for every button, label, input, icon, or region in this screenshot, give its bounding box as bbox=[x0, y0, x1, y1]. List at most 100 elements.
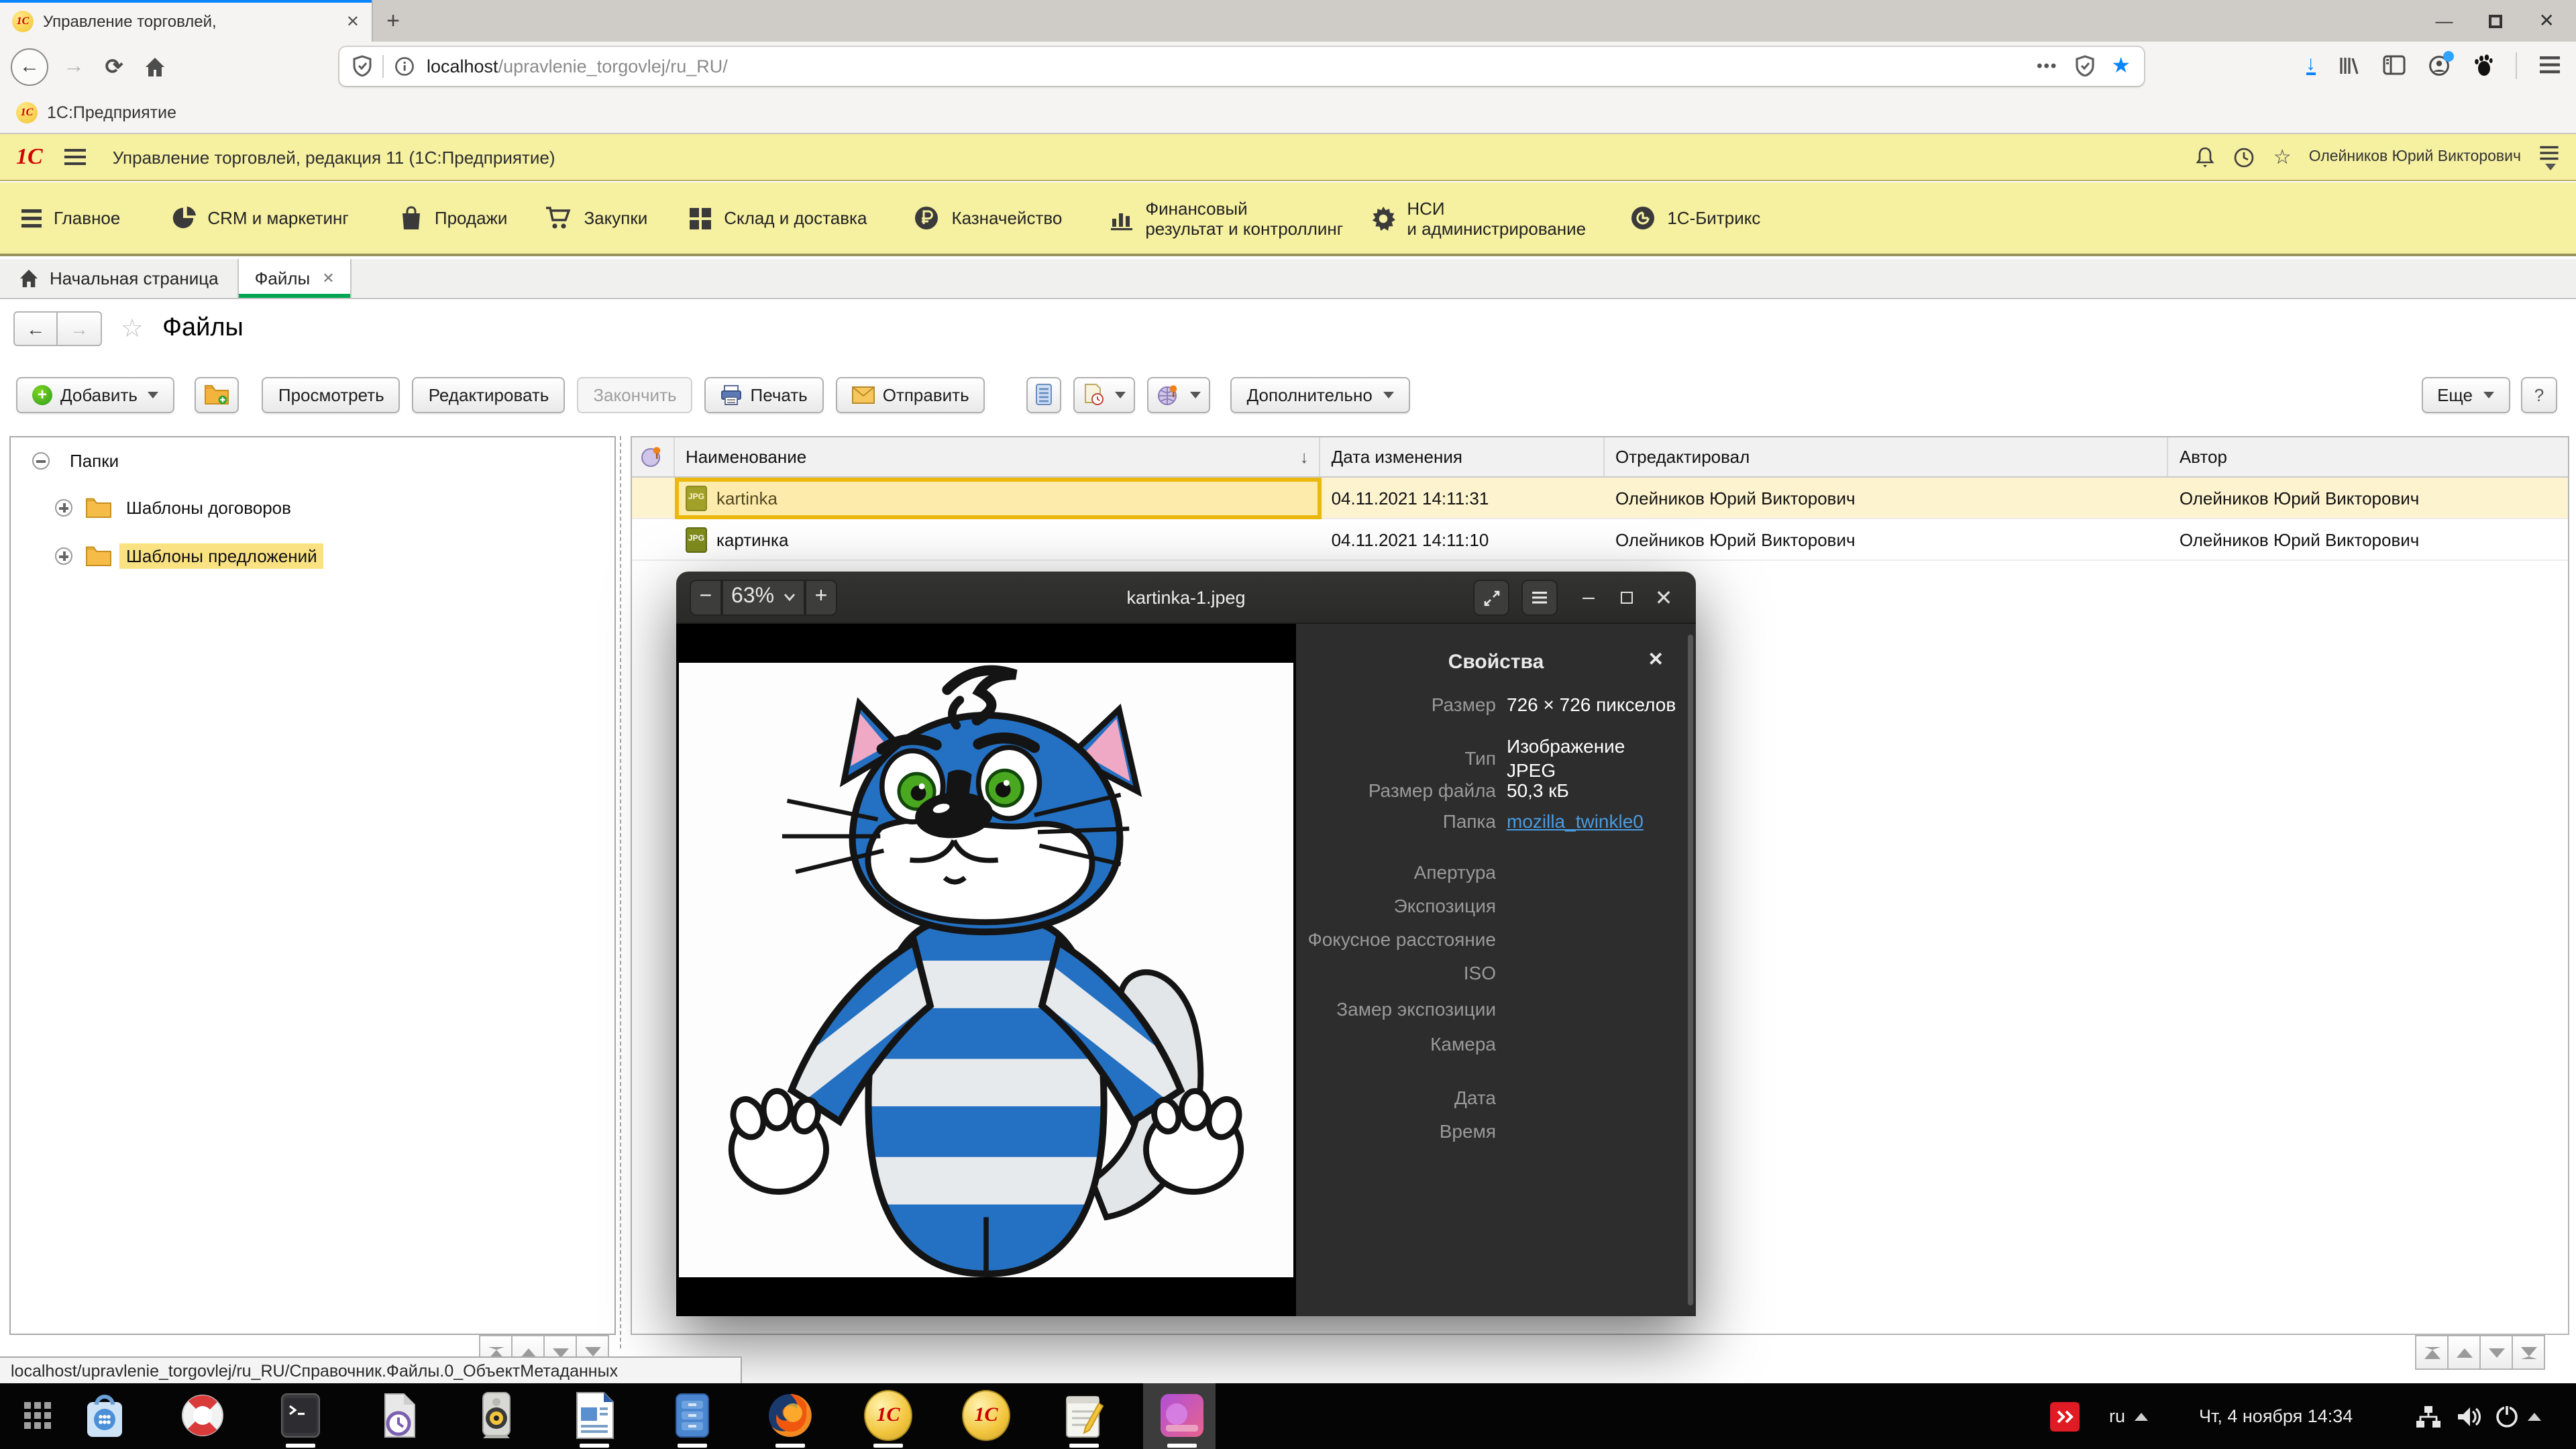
column-author[interactable]: Автор bbox=[2169, 437, 2568, 476]
power-icon[interactable] bbox=[2494, 1383, 2520, 1449]
text-editor-clock-icon[interactable] bbox=[372, 1389, 425, 1442]
page-forward-button[interactable]: → bbox=[58, 311, 102, 346]
back-icon[interactable]: ← bbox=[11, 48, 48, 85]
sidebar-icon[interactable] bbox=[2383, 55, 2406, 75]
new-tab-button[interactable]: + bbox=[373, 0, 413, 42]
nav-item-warehouse[interactable]: Склад и доставка bbox=[688, 206, 867, 230]
fullscreen-button[interactable] bbox=[1473, 580, 1509, 616]
gnome-foot-icon[interactable] bbox=[2473, 54, 2493, 76]
window-minimize-icon[interactable]: — bbox=[2436, 11, 2453, 31]
service-menu-icon[interactable] bbox=[2538, 144, 2560, 170]
nav-item-crm[interactable]: CRM и маркетинг bbox=[170, 205, 349, 231]
user-name[interactable]: Олейников Юрий Викторович bbox=[2309, 149, 2521, 165]
favorites-star-icon[interactable]: ☆ bbox=[2273, 145, 2292, 169]
tab-close-icon[interactable]: ✕ bbox=[346, 11, 360, 30]
viewer-maximize-icon[interactable] bbox=[1607, 592, 1645, 604]
list-settings-button[interactable] bbox=[1027, 376, 1062, 413]
properties-close-icon[interactable]: ✕ bbox=[1648, 648, 1664, 671]
new-folder-button[interactable] bbox=[195, 376, 239, 413]
page-back-button[interactable]: ← bbox=[13, 311, 58, 346]
app-menu-icon[interactable] bbox=[64, 149, 86, 165]
url-bar[interactable]: localhost/upravlenie_torgovlej/ru_RU/ ••… bbox=[339, 46, 2144, 85]
account-icon[interactable] bbox=[2428, 54, 2450, 76]
browser-tab[interactable]: 1С Управление торговлей, ✕ bbox=[0, 0, 373, 42]
window-maximize-icon[interactable] bbox=[2489, 14, 2503, 28]
help-button[interactable]: ? bbox=[2521, 376, 2557, 413]
software-store-icon[interactable] bbox=[78, 1389, 131, 1442]
nav-item-nsi[interactable]: НСИи администрирование bbox=[1371, 198, 1603, 238]
music-player-icon[interactable] bbox=[470, 1389, 523, 1442]
nav-item-main[interactable]: Главное bbox=[21, 207, 120, 229]
terminal-icon[interactable] bbox=[274, 1389, 327, 1442]
header-pin-icon[interactable] bbox=[632, 437, 675, 476]
viewer-menu-button[interactable] bbox=[1521, 580, 1558, 616]
menu-icon[interactable] bbox=[2540, 56, 2560, 74]
tree-item-proposal-templates[interactable]: Шаблоны предложений bbox=[55, 543, 324, 569]
table-row[interactable]: JPGкартинка 04.11.2021 14:11:10 Олейнико… bbox=[632, 519, 2568, 561]
nav-item-sales[interactable]: Продажи bbox=[400, 205, 508, 231]
go-next-button[interactable] bbox=[2479, 1335, 2513, 1370]
1c-enterprise-icon[interactable]: 1С bbox=[959, 1389, 1013, 1442]
image-viewer-icon[interactable] bbox=[1155, 1389, 1209, 1442]
notifications-bell-icon[interactable] bbox=[2196, 146, 2216, 168]
edit-button[interactable]: Редактировать bbox=[413, 376, 566, 413]
volume-icon[interactable] bbox=[2455, 1383, 2482, 1449]
files-icon[interactable] bbox=[665, 1389, 719, 1442]
viewer-close-icon[interactable]: ✕ bbox=[1645, 584, 1682, 611]
bookmark-star-icon[interactable]: ★ bbox=[2111, 52, 2131, 79]
tab-files[interactable]: Файлы ✕ bbox=[237, 259, 352, 298]
expand-icon[interactable] bbox=[55, 499, 72, 517]
file-versions-button[interactable] bbox=[1074, 376, 1136, 413]
column-edited[interactable]: Отредактировал bbox=[1605, 437, 2169, 476]
language-indicator[interactable]: ru bbox=[2109, 1383, 2148, 1449]
add-button[interactable]: +Добавить bbox=[16, 376, 175, 413]
page-star-icon[interactable]: ☆ bbox=[121, 313, 144, 344]
show-apps-icon[interactable] bbox=[11, 1389, 64, 1442]
library-icon[interactable] bbox=[2339, 54, 2360, 76]
help-icon[interactable] bbox=[176, 1389, 229, 1442]
view-button[interactable]: Просмотреть bbox=[262, 376, 400, 413]
tab-home[interactable]: Начальная страница bbox=[0, 259, 237, 298]
downloads-icon[interactable]: ↓ bbox=[2306, 55, 2316, 75]
1c-enterprise-icon[interactable]: 1С bbox=[861, 1389, 915, 1442]
send-button[interactable]: Отправить bbox=[836, 376, 985, 413]
column-date[interactable]: Дата изменения bbox=[1321, 437, 1605, 476]
nav-item-purchases[interactable]: Закупки bbox=[545, 205, 647, 231]
additional-button[interactable]: Дополнительно bbox=[1231, 376, 1410, 413]
nav-item-bitrix[interactable]: 1С-Битрикс bbox=[1629, 205, 1760, 231]
viewer-minimize-icon[interactable]: – bbox=[1570, 586, 1607, 610]
go-last-button[interactable] bbox=[2512, 1335, 2545, 1370]
go-first-button[interactable] bbox=[2415, 1335, 2449, 1370]
page-actions-icon[interactable]: ••• bbox=[2037, 56, 2057, 75]
clock[interactable]: Чт, 4 ноября 14:34 bbox=[2199, 1383, 2353, 1449]
nav-item-finance[interactable]: Финансовыйрезультат и контроллинг bbox=[1109, 198, 1349, 238]
properties-scrollbar[interactable] bbox=[1688, 635, 1693, 1305]
print-button[interactable]: Печать bbox=[705, 376, 824, 413]
collapse-icon[interactable] bbox=[32, 452, 50, 470]
protection-shield-icon[interactable] bbox=[2075, 55, 2094, 76]
history-icon[interactable] bbox=[2233, 146, 2256, 168]
tray-expand-icon[interactable] bbox=[2528, 1383, 2541, 1449]
go-prev-button[interactable] bbox=[2447, 1335, 2481, 1370]
viewer-titlebar[interactable]: − 63% + kartinka-1.jpeg – ✕ bbox=[676, 572, 1696, 624]
expand-icon[interactable] bbox=[55, 547, 72, 565]
libreoffice-writer-icon[interactable] bbox=[568, 1389, 621, 1442]
bookmark-item[interactable]: 1С:Предприятие bbox=[47, 103, 176, 121]
window-close-icon[interactable]: ✕ bbox=[2539, 9, 2555, 32]
collab-button[interactable] bbox=[1148, 376, 1211, 413]
keyboard-indicator[interactable] bbox=[2050, 1383, 2080, 1449]
notes-icon[interactable] bbox=[1057, 1389, 1111, 1442]
tab-files-close-icon[interactable]: ✕ bbox=[322, 270, 334, 287]
reload-icon[interactable]: ⟳ bbox=[94, 46, 134, 87]
forward-icon[interactable]: → bbox=[54, 46, 94, 87]
firefox-icon[interactable] bbox=[763, 1389, 817, 1442]
tree-root-folders[interactable]: Папки bbox=[32, 448, 125, 474]
nav-item-treasury[interactable]: Казначейство bbox=[914, 205, 1062, 231]
more-button[interactable]: Еще bbox=[2421, 376, 2510, 413]
panel-splitter[interactable] bbox=[620, 436, 621, 1348]
folder-link[interactable]: mozilla_twinkle0 bbox=[1507, 810, 1644, 832]
tree-item-contract-templates[interactable]: Шаблоны договоров bbox=[55, 495, 298, 521]
column-name[interactable]: Наименование↓ bbox=[675, 437, 1321, 476]
home-icon[interactable] bbox=[134, 46, 174, 87]
network-icon[interactable] bbox=[2415, 1383, 2442, 1449]
